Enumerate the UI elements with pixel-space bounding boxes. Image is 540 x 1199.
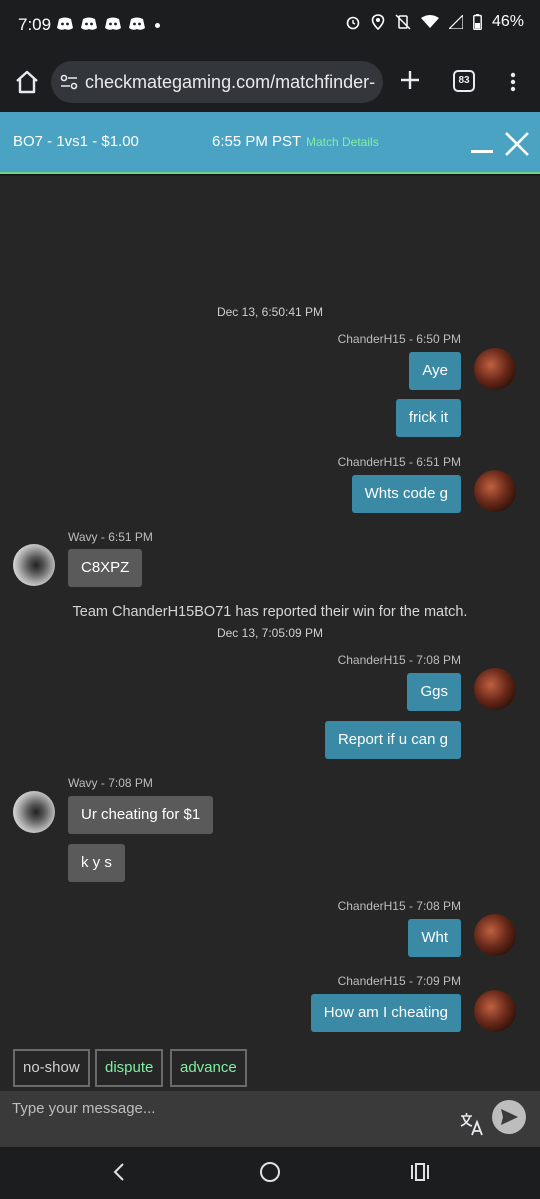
chat-timestamp: Dec 13, 7:05:09 PM	[216, 626, 324, 640]
message-bubble: k y s	[68, 844, 125, 882]
message-bubble: C8XPZ	[68, 549, 143, 587]
message-composer	[0, 1091, 540, 1147]
notification-icons	[57, 17, 145, 31]
back-icon[interactable]	[110, 1162, 130, 1182]
discord-icon	[81, 17, 97, 31]
message-bubble: How am I cheating	[310, 994, 461, 1032]
home-icon[interactable]	[14, 69, 40, 95]
discord-icon	[105, 17, 121, 31]
address-bar[interactable]: checkmategaming.com/matchfinder-	[51, 61, 383, 103]
status-bar: 7:09 46%	[0, 0, 540, 52]
message-sender: ChanderH15 - 7:09 PM	[337, 974, 461, 988]
new-tab-icon[interactable]	[398, 68, 422, 92]
message-bubble: Ur cheating for $1	[68, 796, 214, 834]
send-icon	[501, 1109, 518, 1125]
chat-panel: Dec 13, 6:50:41 PM ChanderH15 - 6:50 PM …	[0, 176, 540, 1091]
system-nav-bar	[0, 1147, 540, 1199]
status-time: 7:09	[18, 15, 52, 34]
tab-switcher-button[interactable]: 83	[453, 70, 475, 92]
more-options-icon[interactable]	[510, 72, 516, 92]
wifi-icon	[420, 15, 439, 28]
avatar	[474, 348, 516, 390]
message-bubble: Wht	[408, 919, 461, 957]
more-notifications-dot	[155, 23, 160, 28]
home-button[interactable]	[260, 1162, 280, 1182]
message-bubble: Aye	[409, 352, 461, 390]
message-sender: ChanderH15 - 7:08 PM	[337, 653, 461, 667]
avatar	[474, 914, 516, 956]
discord-icon	[57, 17, 73, 31]
message-sender: ChanderH15 - 6:50 PM	[337, 332, 461, 346]
status-indicators: 46%	[345, 13, 524, 31]
send-button[interactable]	[492, 1100, 526, 1134]
battery-icon	[473, 14, 482, 30]
dispute-button[interactable]: dispute	[95, 1049, 164, 1087]
close-icon[interactable]	[504, 131, 530, 157]
signal-icon	[448, 15, 463, 29]
site-settings-icon[interactable]	[60, 74, 78, 90]
message-sender: ChanderH15 - 7:08 PM	[337, 899, 461, 913]
message-sender: Wavy - 6:51 PM	[68, 530, 153, 544]
recents-icon[interactable]	[410, 1163, 430, 1181]
translate-icon[interactable]	[459, 1111, 485, 1137]
message-sender: ChanderH15 - 6:51 PM	[337, 455, 461, 469]
message-bubble: Report if u can g	[324, 721, 461, 759]
advance-button[interactable]: advance	[170, 1049, 247, 1087]
browser-toolbar: checkmategaming.com/matchfinder- 83	[0, 52, 540, 112]
match-title: BO7 - 1vs1 - $1.00	[13, 133, 139, 150]
match-header: BO7 - 1vs1 - $1.00 6:55 PM PST Match Det…	[0, 112, 540, 174]
minimize-chat-button[interactable]	[471, 150, 493, 153]
message-input[interactable]	[12, 1091, 442, 1125]
message-bubble: Ggs	[407, 673, 461, 711]
no-show-button[interactable]: no-show	[13, 1049, 90, 1087]
system-message: Team ChanderH15BO71 has reported their w…	[72, 604, 468, 620]
message-sender: Wavy - 7:08 PM	[68, 776, 153, 790]
avatar	[13, 544, 55, 586]
message-bubble: frick it	[395, 399, 461, 437]
message-bubble: Whts code g	[351, 475, 461, 513]
avatar	[13, 791, 55, 833]
discord-icon	[129, 17, 145, 31]
url-text: checkmategaming.com/matchfinder-	[85, 72, 376, 92]
location-icon	[371, 14, 385, 30]
alarm-icon	[346, 16, 360, 30]
match-details-link[interactable]: Match Details	[306, 135, 379, 149]
chat-timestamp: Dec 13, 6:50:41 PM	[216, 305, 324, 319]
battery-percent: 46%	[491, 13, 524, 30]
avatar	[474, 668, 516, 710]
vibrate-off-icon	[395, 14, 411, 30]
match-time: 6:55 PM PST	[212, 133, 302, 150]
avatar	[474, 990, 516, 1032]
avatar	[474, 470, 516, 512]
